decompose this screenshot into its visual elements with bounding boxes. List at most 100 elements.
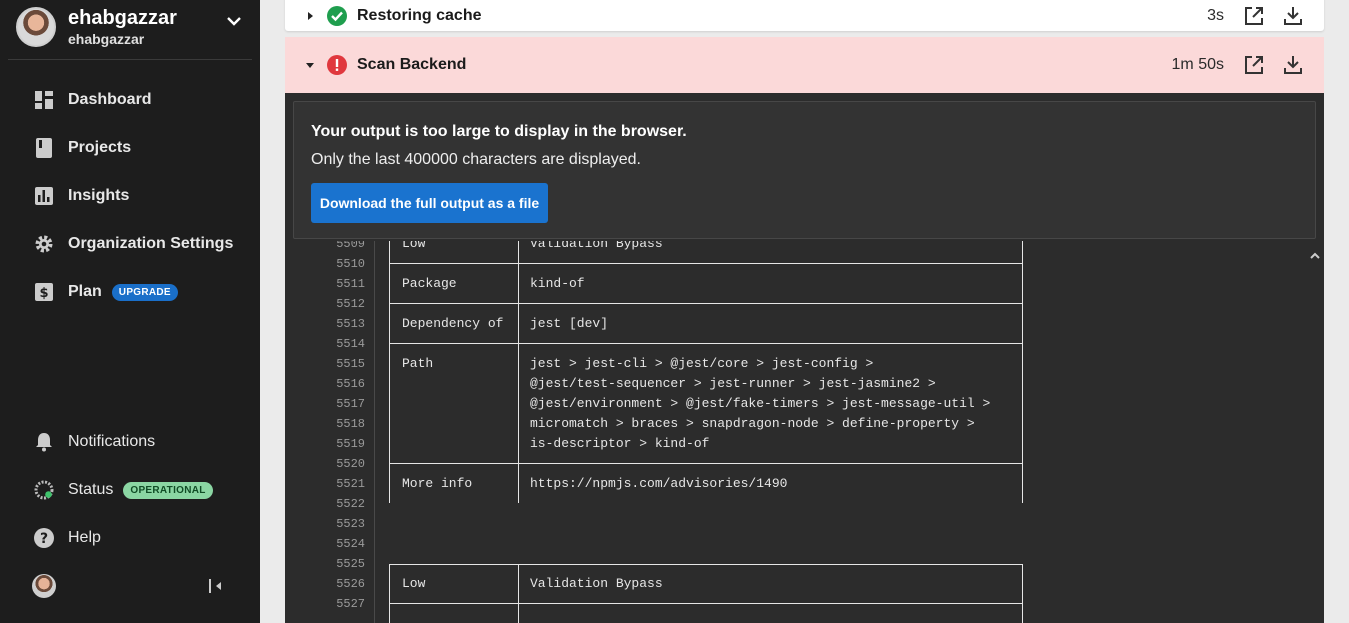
external-link-icon[interactable]	[1243, 5, 1265, 27]
avatar	[16, 7, 56, 47]
log-line: 5517 @jest/environment > @jest/fake-timer…	[285, 394, 1324, 414]
upgrade-badge[interactable]: UPGRADE	[111, 283, 178, 301]
nav-item-insights[interactable]: Insights	[0, 172, 260, 220]
log-line: 5512	[285, 294, 1324, 314]
table-border	[389, 564, 390, 623]
error-icon	[327, 55, 347, 75]
divider	[8, 59, 252, 60]
table-border	[518, 564, 519, 623]
line-number: 5515	[336, 357, 365, 371]
table-cell-value: Validation Bypass	[530, 576, 663, 591]
insights-icon	[34, 186, 54, 206]
nav-label: Organization Settings	[68, 235, 234, 252]
line-number: 5520	[336, 457, 365, 471]
table-cell-value: kind-of	[530, 276, 585, 291]
line-number: 5513	[336, 317, 365, 331]
line-number: 5523	[336, 517, 365, 531]
main-content: Restoring cache 3s Scan Backend 1m 50s Y…	[260, 0, 1349, 623]
table-border	[518, 241, 519, 503]
log-line: 5513 Dependency of jest [dev]	[285, 314, 1324, 334]
table-cell-key: Low	[402, 241, 426, 251]
sidebar-footer	[0, 562, 260, 610]
download-icon[interactable]	[1282, 5, 1304, 27]
line-number: 5524	[336, 537, 365, 551]
account-switcher[interactable]: ehabgazzar ehabgazzar	[16, 0, 252, 54]
step-scan-backend[interactable]: Scan Backend 1m 50s	[285, 37, 1324, 93]
line-number: 5511	[336, 277, 365, 291]
bell-icon	[34, 432, 54, 452]
table-border	[389, 343, 1023, 344]
chevron-down-icon[interactable]	[226, 13, 242, 29]
table-border	[389, 463, 1023, 464]
table-border	[389, 303, 1023, 304]
table-border	[1022, 241, 1023, 503]
projects-icon	[34, 138, 54, 158]
log-line: 5520	[285, 454, 1324, 474]
nav-item-help[interactable]: ? Help	[0, 514, 260, 562]
caret-right-icon[interactable]	[305, 11, 315, 21]
avatar[interactable]	[32, 574, 56, 598]
log-line: 5511 Package kind-of	[285, 274, 1324, 294]
operational-badge: OPERATIONAL	[123, 481, 213, 499]
nav-item-notifications[interactable]: Notifications	[0, 418, 260, 466]
log-line: 5522	[285, 494, 1324, 514]
caret-down-icon[interactable]	[305, 60, 315, 70]
step-restoring-cache[interactable]: Restoring cache 3s	[285, 0, 1324, 31]
line-number: 5526	[336, 577, 365, 591]
collapse-sidebar-icon[interactable]	[206, 576, 226, 596]
log-line: 5519 is-descriptor > kind-of	[285, 434, 1324, 454]
log-line: 5509 Low Validation Bypass	[285, 241, 1324, 254]
table-border	[389, 564, 1023, 565]
nav-item-projects[interactable]: Projects	[0, 124, 260, 172]
line-number: 5510	[336, 257, 365, 271]
sidebar: ehabgazzar ehabgazzar Dashboard Projects…	[0, 0, 260, 623]
step-duration: 1m 50s	[1171, 56, 1224, 73]
svg-text:$: $	[39, 286, 48, 301]
nav-label: Plan	[68, 283, 102, 300]
nav-label: Dashboard	[68, 91, 152, 108]
table-cell-value: @jest/test-sequencer > jest-runner > jes…	[530, 376, 936, 391]
account-org: ehabgazzar	[68, 30, 145, 47]
log-line: 5524	[285, 534, 1324, 554]
nav-item-organization-settings[interactable]: Organization Settings	[0, 220, 260, 268]
account-name: ehabgazzar	[68, 6, 177, 29]
table-cell-value: jest [dev]	[530, 316, 609, 331]
nav-item-plan[interactable]: $ Plan UPGRADE	[0, 268, 260, 316]
nav-item-dashboard[interactable]: Dashboard	[0, 76, 260, 124]
external-link-icon[interactable]	[1243, 54, 1265, 76]
nav-item-status[interactable]: Status OPERATIONAL	[0, 466, 260, 514]
download-full-output-button[interactable]: Download the full output as a file	[311, 183, 548, 223]
table-cell-key: Dependency of	[402, 316, 504, 331]
nav-label: Projects	[68, 139, 132, 156]
table-cell-key: Low	[402, 576, 426, 591]
table-cell-value: @jest/environment > @jest/fake-timers > …	[530, 396, 991, 411]
log-line: 5514	[285, 334, 1324, 354]
download-icon[interactable]	[1282, 54, 1304, 76]
table-border	[389, 603, 1023, 604]
step-duration: 3s	[1207, 6, 1224, 24]
help-icon: ?	[34, 528, 54, 548]
step-title: Restoring cache	[357, 6, 482, 24]
dollar-icon: $	[34, 282, 54, 302]
nav-label: Status	[68, 481, 114, 498]
line-number: 5522	[336, 497, 365, 511]
log-line: 5515 Path jest > jest-cli > @jest/core > j…	[285, 354, 1324, 374]
log-line: 5510	[285, 254, 1324, 274]
table-border	[389, 263, 1023, 264]
table-cell-key: Package	[402, 276, 457, 291]
table-cell-value: micromatch > braces > snapdragon-node > …	[530, 416, 975, 431]
notice-subtitle: Only the last 400000 characters are disp…	[311, 151, 641, 168]
table-cell-value: jest > jest-cli > @jest/core > jest-conf…	[530, 356, 874, 371]
log-line: 5518 micromatch > braces > snapdragon-nod…	[285, 414, 1324, 434]
line-number: 5516	[336, 377, 365, 391]
log-line: 5527	[285, 594, 1324, 614]
log-line: 5526 Low Validation Bypass	[285, 574, 1324, 594]
dashboard-icon	[34, 90, 54, 110]
line-number: 5527	[336, 597, 365, 611]
step-title: Scan Backend	[357, 56, 467, 73]
step-output: Your output is too large to display in t…	[285, 93, 1324, 623]
svg-text:?: ?	[40, 531, 48, 547]
line-number: 5509	[336, 241, 365, 251]
log-line: 5521 More info https://npmjs.com/advisorie…	[285, 474, 1324, 494]
line-number: 5521	[336, 477, 365, 491]
